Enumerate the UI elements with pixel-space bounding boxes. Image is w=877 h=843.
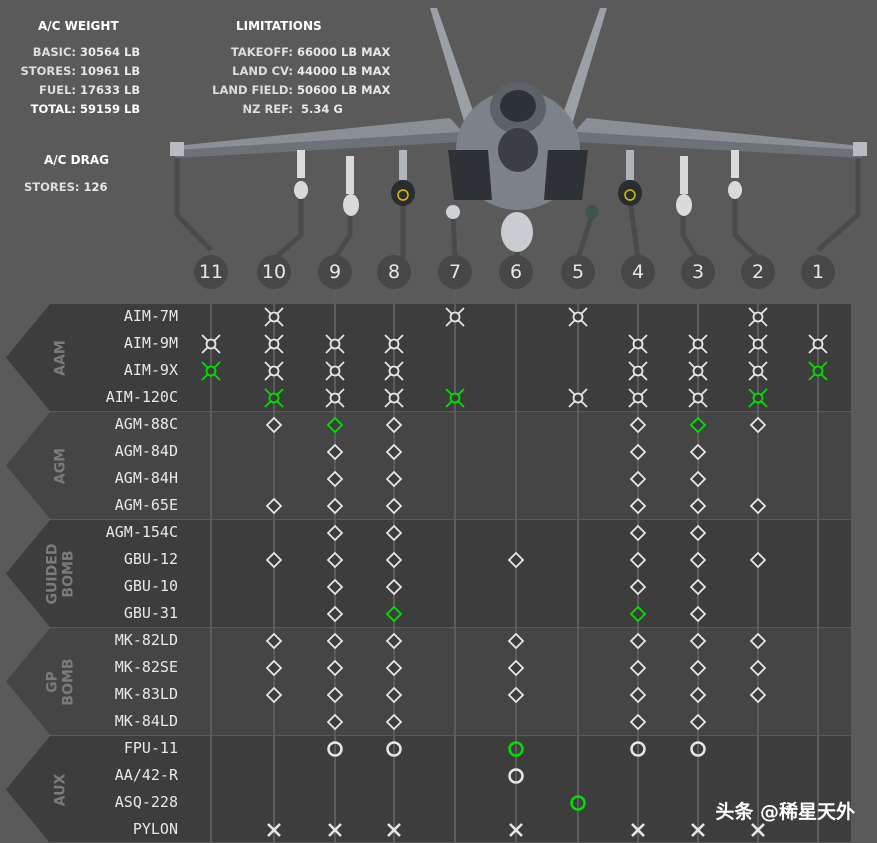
store-pylon	[680, 156, 688, 194]
weapon-label-gbu-31: GBU-31	[123, 604, 178, 622]
nose	[498, 128, 538, 172]
category-label-line: AAM	[52, 339, 68, 376]
store-bomb	[343, 194, 359, 216]
weapon-label-aim-9m: AIM-9M	[123, 334, 178, 352]
station-2-badge[interactable]: 2	[741, 255, 775, 289]
weapon-label-agm-84h: AGM-84H	[114, 469, 178, 487]
station-11-badge[interactable]: 11	[194, 255, 228, 289]
category-label-line: BOMB	[60, 549, 76, 598]
category-label-line: GUIDED	[44, 543, 60, 604]
store-pod	[618, 180, 642, 206]
store-pod	[391, 180, 415, 206]
weapon-label-pylon: PYLON	[132, 820, 178, 838]
station-9-badge[interactable]: 9	[318, 255, 352, 289]
watermark: 头条 @稀星天外	[715, 801, 855, 823]
right-wingtip-rail	[853, 142, 867, 156]
weapon-label-asq-228: ASQ-228	[114, 793, 178, 811]
store-pylon	[731, 150, 739, 178]
weapon-label-gbu-10: GBU-10	[123, 577, 178, 595]
store-targeting-pod	[585, 205, 599, 219]
centerline-tank	[501, 212, 533, 252]
weapon-label-aa-42-r: AA/42-R	[114, 766, 178, 784]
category-panels	[6, 304, 851, 842]
store-pylon	[297, 150, 305, 178]
weapon-label-aim-120c: AIM-120C	[105, 388, 178, 406]
station-10-badge[interactable]: 10	[257, 255, 291, 289]
canopy	[500, 90, 536, 122]
category-label-line: AGM	[52, 447, 68, 484]
station-5-badge[interactable]: 5	[561, 255, 595, 289]
category-label-gp-bomb: GP BOMB	[44, 628, 76, 735]
store-pylon	[346, 156, 354, 194]
weapon-label-agm-154c: AGM-154C	[105, 523, 178, 541]
left-intake	[448, 150, 492, 200]
category-label-guided-bomb: GUIDED BOMB	[44, 520, 76, 627]
station-1-badge[interactable]: 1	[801, 255, 835, 289]
weapon-label-aim-7m: AIM-7M	[123, 307, 178, 325]
aircraft-illustration	[170, 8, 867, 252]
weapon-label-agm-65e: AGM-65E	[114, 496, 178, 514]
station-7-badge[interactable]: 7	[438, 255, 472, 289]
right-tail	[559, 8, 607, 128]
store-missile	[446, 205, 460, 219]
store-pylon	[626, 150, 634, 180]
weapon-label-mk-82ld: MK-82LD	[114, 631, 178, 649]
weapon-label-agm-88c: AGM-88C	[114, 415, 178, 433]
category-label-aux: AUX	[52, 736, 68, 843]
station-8-badge[interactable]: 8	[377, 255, 411, 289]
weapon-label-gbu-12: GBU-12	[123, 550, 178, 568]
weapon-label-agm-84d: AGM-84D	[114, 442, 178, 460]
category-label-agm: AGM	[52, 412, 68, 519]
left-wingtip-rail	[170, 142, 184, 156]
left-tail	[430, 8, 478, 128]
station-4-badge[interactable]: 4	[621, 255, 655, 289]
category-label-line: GP	[44, 670, 60, 693]
store-missile	[294, 181, 308, 199]
right-intake	[544, 150, 588, 200]
weapon-label-fpu-11: FPU-11	[123, 739, 178, 757]
station-3-badge[interactable]: 3	[681, 255, 715, 289]
weapon-label-mk-82se: MK-82SE	[114, 658, 178, 676]
station-6-badge[interactable]: 6	[499, 255, 533, 289]
weapon-label-mk-84ld: MK-84LD	[114, 712, 178, 730]
weapon-label-aim-9x: AIM-9X	[123, 361, 178, 379]
store-pylon	[399, 150, 407, 180]
category-label-line: BOMB	[60, 657, 76, 706]
store-missile	[728, 181, 742, 199]
category-label-line: AUX	[52, 773, 68, 806]
weapon-label-mk-83ld: MK-83LD	[114, 685, 178, 703]
category-label-aam: AAM	[52, 304, 68, 411]
store-bomb	[676, 194, 692, 216]
